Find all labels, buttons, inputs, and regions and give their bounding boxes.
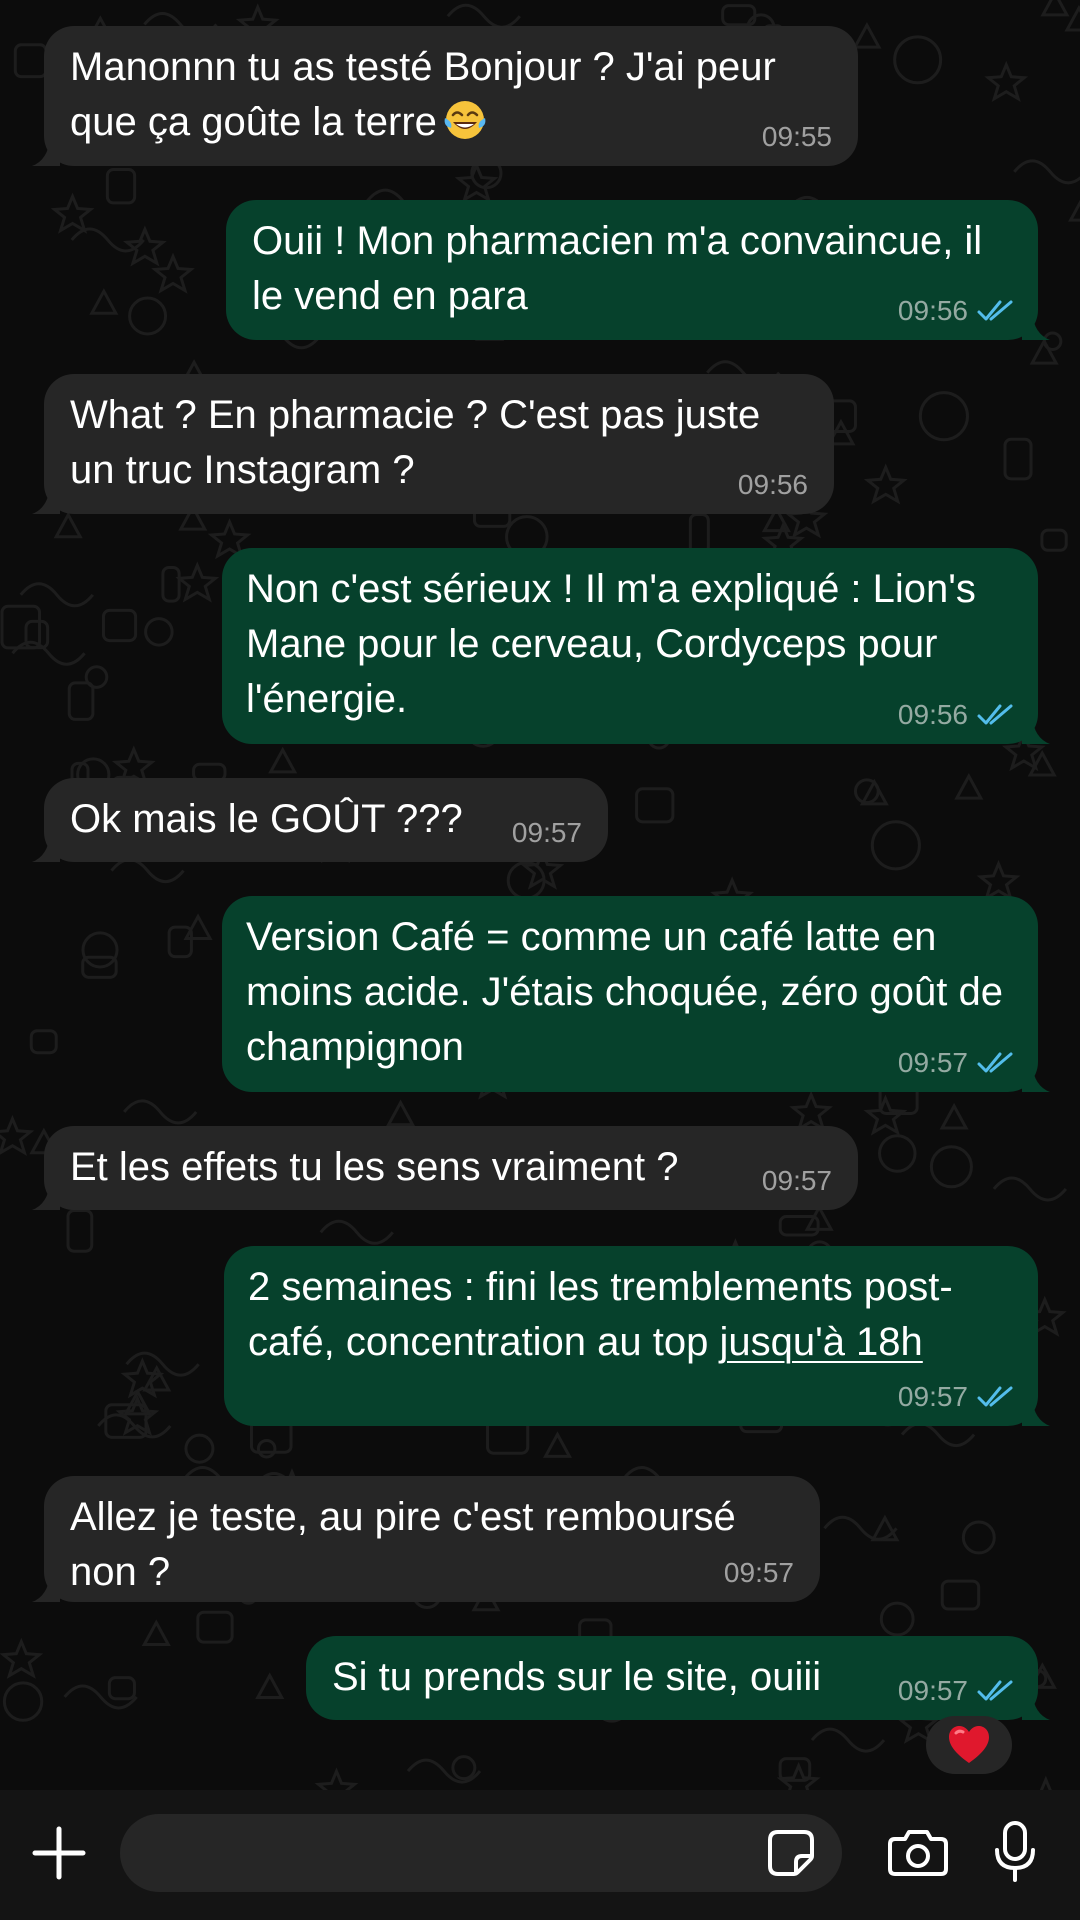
bubble-tail [1022,1064,1050,1092]
message-meta: 09:56 [898,296,1016,326]
message-meta: 09:57 [724,1558,794,1588]
message-meta: 09:57 [512,818,582,848]
message-text: Allez je teste, au pire c'est remboursé … [70,1495,736,1594]
attach-button[interactable] [22,1816,96,1890]
reaction-badge[interactable] [926,1716,1012,1774]
double-check-read-icon [977,1052,1013,1073]
link-text[interactable]: jusqu'à 18h [719,1320,922,1364]
message-time: 09:57 [897,1047,968,1078]
message-meta: 09:56 [738,470,808,500]
message-text: Manonnn tu as testé Bonjour ? J'ai peur … [70,45,776,144]
message-bubble-incoming[interactable]: What ? En pharmacie ? C'est pas juste un… [32,374,834,514]
message-bubble-outgoing[interactable]: Non c'est sérieux ! Il m'a expliqué : Li… [222,548,1050,744]
sticker-button[interactable] [756,1818,826,1888]
bubble-tail [1022,1398,1050,1426]
message-meta: 09:57 [762,1166,832,1196]
message-bubble-outgoing[interactable]: Ouii ! Mon pharmacien m'a convaincue, il… [226,200,1050,340]
sticker-icon [768,1830,814,1876]
message-composer [0,1790,1080,1920]
microphone-button[interactable] [980,1812,1050,1892]
message-meta: 09:57 [898,1382,1016,1412]
message-bubble-outgoing[interactable]: 2 semaines : fini les tremblements post-… [224,1246,1050,1426]
message-meta: 09:56 [898,700,1016,730]
message-time: 09:55 [761,121,832,152]
message-bubble-outgoing[interactable]: Version Café = comme un café latte en mo… [222,896,1050,1092]
double-check-read-icon [977,300,1013,321]
bubble-tail [1022,312,1050,340]
message-text: What ? En pharmacie ? C'est pas juste un… [70,393,761,492]
message-time: 09:57 [723,1557,794,1588]
bubble-tail [32,1574,60,1602]
message-bubble-incoming[interactable]: Allez je teste, au pire c'est remboursé … [32,1476,820,1602]
message-time: 09:57 [511,817,582,848]
message-time: 09:57 [761,1165,832,1196]
laughing-tears-emoji [444,101,486,139]
message-meta: 09:57 [898,1676,1016,1706]
chat-screen: Manonnn tu as testé Bonjour ? J'ai peur … [0,0,1080,1920]
message-time: 09:56 [897,295,968,326]
camera-button[interactable] [880,1814,956,1890]
message-bubble-outgoing[interactable]: Si tu prends sur le site, ouiii 09:57 [306,1636,1050,1720]
message-bubble-incoming[interactable]: Et les effets tu les sens vraiment ? 09:… [32,1126,858,1210]
plus-icon [32,1826,86,1880]
message-time: 09:56 [737,469,808,500]
message-time: 09:57 [897,1381,968,1412]
double-check-read-icon [977,1680,1013,1701]
microphone-icon [995,1821,1035,1882]
bubble-tail [32,138,60,166]
message-meta: 09:55 [762,122,832,152]
double-check-read-icon [977,704,1013,725]
message-input[interactable] [120,1814,842,1892]
message-bubble-incoming[interactable]: Manonnn tu as testé Bonjour ? J'ai peur … [32,26,858,166]
message-time: 09:56 [897,699,968,730]
bubble-tail [1022,1692,1050,1720]
bubble-tail [1022,716,1050,744]
message-time: 09:57 [897,1675,968,1706]
message-text: 2 semaines : fini les tremblements post-… [248,1265,953,1364]
message-text: Ok mais le GOÛT ??? [70,797,463,841]
bubble-tail [32,486,60,514]
camera-icon [888,1830,948,1876]
message-meta: 09:57 [898,1048,1016,1078]
heart-emoji [949,1726,989,1763]
bubble-tail [32,1182,60,1210]
message-list[interactable]: Manonnn tu as testé Bonjour ? J'ai peur … [0,0,1080,1800]
bubble-tail [32,834,60,862]
message-text: Et les effets tu les sens vraiment ? [70,1145,679,1189]
double-check-read-icon [977,1386,1013,1407]
message-bubble-incoming[interactable]: Ok mais le GOÛT ??? 09:57 [32,778,608,862]
